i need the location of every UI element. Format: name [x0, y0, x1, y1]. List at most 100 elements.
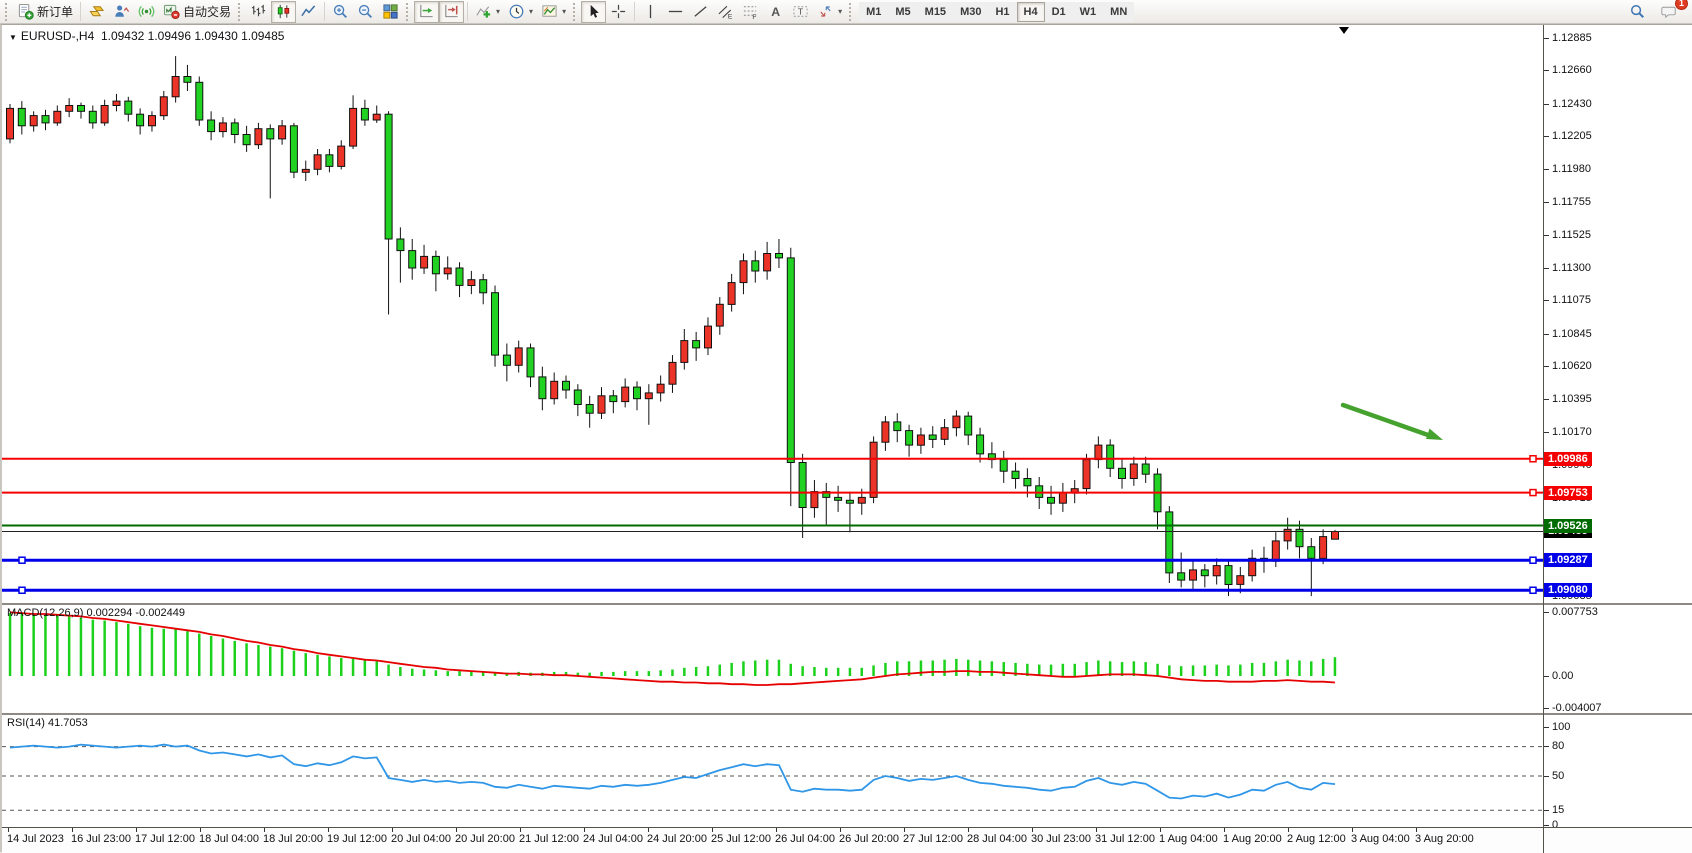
rsi-label: RSI(14) 41.7053 — [7, 717, 88, 729]
gold-bar-icon — [88, 3, 105, 20]
svg-text:E: E — [728, 14, 733, 20]
text-button[interactable]: A — [763, 1, 788, 23]
dropdown-caret: ▾ — [838, 7, 842, 16]
price-axis[interactable]: 1.128851.126601.124301.122051.119801.117… — [1544, 25, 1692, 603]
zoom-out-button[interactable] — [353, 1, 378, 23]
vertical-line-button[interactable] — [638, 1, 663, 23]
toolbar-separator — [634, 2, 635, 21]
candlestick-chart-button[interactable] — [271, 1, 296, 23]
price-axis-label: 1.10620 — [1552, 360, 1592, 372]
rsi-plot[interactable] — [2, 715, 1543, 829]
time-axis[interactable]: 14 Jul 202316 Jul 23:0017 Jul 12:0018 Ju… — [2, 827, 1692, 853]
rsi-pane[interactable]: RSI(14) 41.7053 1008050150 — [2, 713, 1692, 827]
chart-shift-icon — [443, 3, 460, 20]
time-tick — [392, 828, 393, 832]
time-axis-label: 25 Jul 12:00 — [711, 833, 771, 845]
time-axis-label: 3 Aug 20:00 — [1415, 833, 1474, 845]
cursor-icon — [585, 3, 602, 20]
macd-axis[interactable]: 0.0077530.00-0.004007 — [1544, 605, 1692, 713]
rsi-axis-label: 50 — [1552, 770, 1564, 782]
arrows-button[interactable]: ▾ — [813, 1, 846, 23]
periods-button[interactable]: ▾ — [504, 1, 537, 23]
chart-shift-button[interactable] — [439, 1, 464, 23]
timeframe-M1[interactable]: M1 — [859, 2, 888, 22]
trendline-button[interactable] — [688, 1, 713, 23]
text-label-button[interactable]: T — [788, 1, 813, 23]
toolbar-grip[interactable] — [238, 3, 243, 21]
cursor-button[interactable] — [581, 1, 606, 23]
zoom-out-icon — [357, 3, 374, 20]
bar-chart-button[interactable] — [246, 1, 271, 23]
timeframe-M15[interactable]: M15 — [918, 2, 953, 22]
tile-windows-icon — [382, 3, 399, 20]
time-tick — [200, 828, 201, 832]
time-axis-label: 26 Jul 04:00 — [775, 833, 835, 845]
time-tick — [968, 828, 969, 832]
time-tick — [1096, 828, 1097, 832]
time-tick — [1288, 828, 1289, 832]
toolbar-grip[interactable] — [406, 3, 411, 21]
line-chart-button[interactable] — [296, 1, 321, 23]
time-tick — [72, 828, 73, 832]
svg-text:F: F — [752, 14, 756, 20]
toolbar-separator — [467, 2, 468, 21]
rsi-axis-label: 80 — [1552, 740, 1564, 752]
timeframe-M30[interactable]: M30 — [953, 2, 988, 22]
rsi-axis[interactable]: 1008050150 — [1544, 715, 1692, 827]
arrows-icon — [817, 3, 834, 20]
axis-separator-line — [1543, 25, 1544, 853]
macd-axis-label: 0.007753 — [1552, 606, 1598, 618]
time-tick — [456, 828, 457, 832]
indicators-icon — [475, 3, 492, 20]
auto-scroll-button[interactable] — [414, 1, 439, 23]
fibonacci-button[interactable]: F — [738, 1, 763, 23]
chart-title-caret-icon[interactable]: ▼ — [9, 33, 17, 42]
time-tick — [1160, 828, 1161, 832]
timeframe-H4[interactable]: H4 — [1017, 2, 1045, 22]
timeframe-M5[interactable]: M5 — [888, 2, 917, 22]
trader-profile-icon — [113, 3, 130, 20]
indicators-button[interactable]: ▾ — [471, 1, 504, 23]
candlestick-plot[interactable] — [2, 25, 1543, 603]
timeframe-toolbar: M1M5M15M30H1H4D1W1MN — [859, 2, 1134, 22]
toolbar-grip[interactable] — [573, 3, 578, 21]
time-tick — [1352, 828, 1353, 832]
time-axis-label: 28 Jul 04:00 — [967, 833, 1027, 845]
time-axis-label: 1 Aug 04:00 — [1159, 833, 1218, 845]
price-axis-label: 1.12885 — [1552, 32, 1592, 44]
time-tick — [904, 828, 905, 832]
time-axis-label: 20 Jul 20:00 — [455, 833, 515, 845]
auto-scroll-icon — [418, 3, 435, 20]
toolbar-grip[interactable] — [5, 3, 10, 21]
auto-trading-button[interactable]: 自动交易 — [159, 1, 235, 23]
time-axis-label: 31 Jul 12:00 — [1095, 833, 1155, 845]
svg-text:A: A — [771, 5, 780, 19]
macd-plot[interactable] — [2, 605, 1543, 715]
time-tick — [8, 828, 9, 832]
timeframe-MN[interactable]: MN — [1103, 2, 1134, 22]
crosshair-button[interactable] — [606, 1, 631, 23]
time-axis-label: 18 Jul 04:00 — [199, 833, 259, 845]
timeframe-D1[interactable]: D1 — [1045, 2, 1073, 22]
broadcast-signal-button[interactable] — [134, 1, 159, 23]
timeframe-H1[interactable]: H1 — [988, 2, 1016, 22]
new-order-button[interactable]: 新订单 — [13, 1, 77, 23]
toolbar-grip[interactable] — [849, 3, 854, 21]
price-axis-label: 1.12660 — [1552, 64, 1592, 76]
notification-badge[interactable]: 1 — [1675, 0, 1688, 10]
equidistant-channel-button[interactable]: E — [713, 1, 738, 23]
horizontal-line-button[interactable] — [663, 1, 688, 23]
search-button[interactable] — [1625, 1, 1650, 23]
toolbar-separator — [324, 2, 325, 21]
price-axis-label: 1.12205 — [1552, 130, 1592, 142]
gold-bar-button[interactable] — [84, 1, 109, 23]
broadcast-signal-icon — [138, 3, 155, 20]
zoom-in-button[interactable] — [328, 1, 353, 23]
tile-windows-button[interactable] — [378, 1, 403, 23]
trader-profile-button[interactable] — [109, 1, 134, 23]
templates-button[interactable]: ▾ — [537, 1, 570, 23]
main-chart-pane[interactable]: ▼EURUSD-,H4 1.09432 1.09496 1.09430 1.09… — [2, 25, 1692, 603]
svg-text:T: T — [798, 7, 803, 17]
macd-pane[interactable]: MACD(12,26,9) 0.002294 -0.002449 0.00775… — [2, 603, 1692, 713]
timeframe-W1[interactable]: W1 — [1073, 2, 1104, 22]
